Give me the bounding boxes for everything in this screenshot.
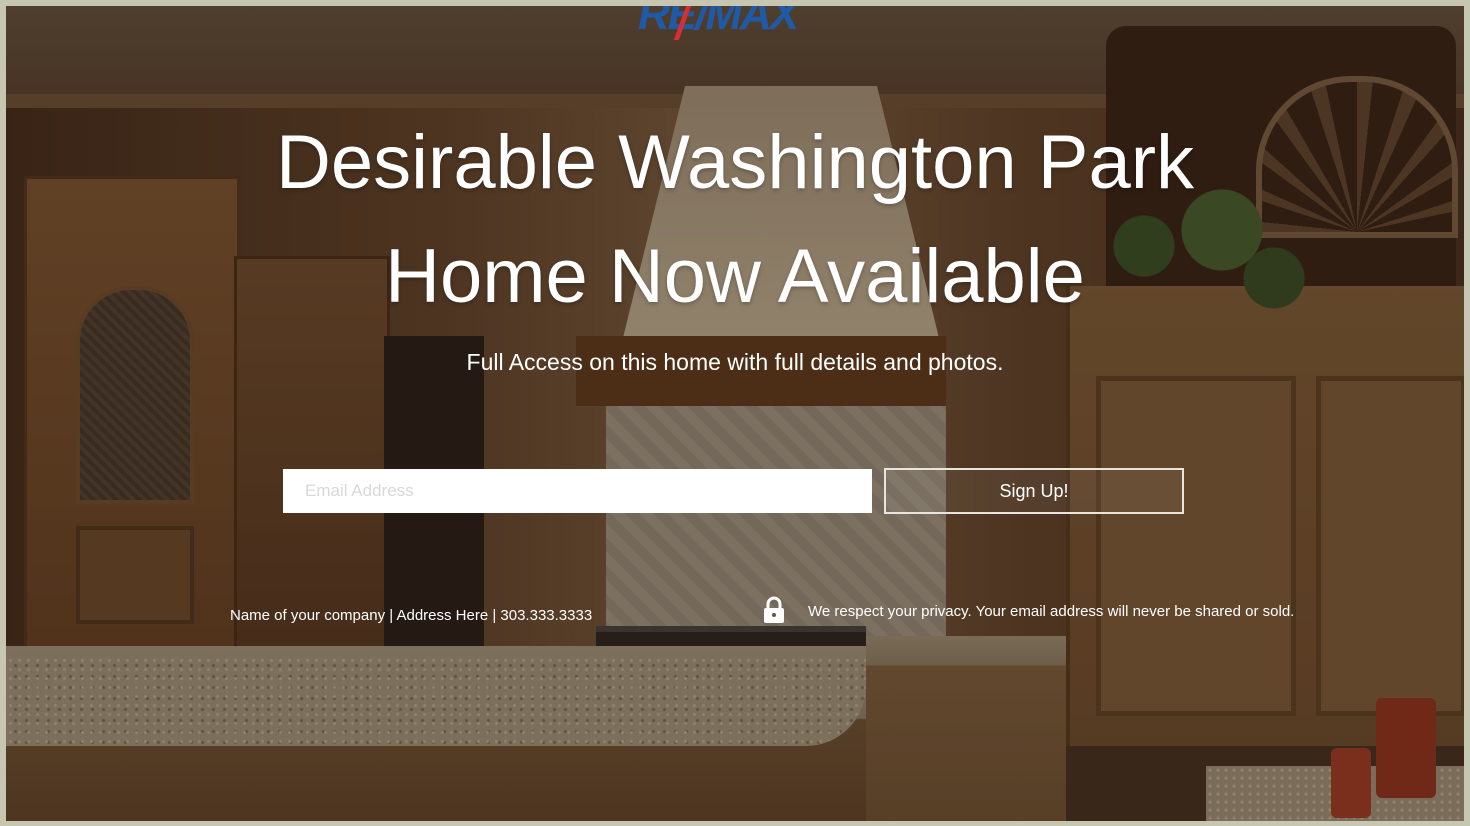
hero-section: RE/MAX Desirable Washington Park Home No… bbox=[6, 6, 1464, 821]
headline-line-2: Home Now Available bbox=[385, 234, 1085, 319]
sign-up-button[interactable]: Sign Up! bbox=[884, 468, 1184, 514]
lock-icon bbox=[764, 596, 784, 623]
privacy-note: We respect your privacy. Your email addr… bbox=[808, 603, 1295, 620]
subheadline: Full Access on this home with full detai… bbox=[466, 349, 1004, 375]
logo-text: RE/MAX bbox=[638, 6, 799, 39]
page-title: Desirable Washington Park Home Now Avail… bbox=[6, 106, 1464, 334]
company-info: Name of your company | Address Here | 30… bbox=[230, 607, 593, 624]
remax-logo[interactable]: RE/MAX bbox=[638, 6, 818, 40]
page-frame: RE/MAX Desirable Washington Park Home No… bbox=[0, 0, 1470, 826]
headline-line-1: Desirable Washington Park bbox=[275, 120, 1195, 205]
email-field[interactable] bbox=[283, 469, 872, 513]
